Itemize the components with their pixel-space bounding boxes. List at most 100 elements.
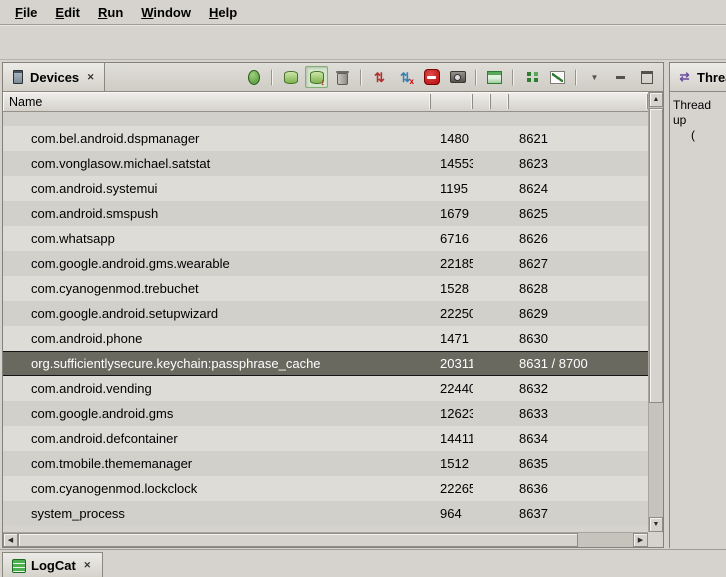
scroll-right-button[interactable]: ▶ — [633, 533, 648, 547]
pixel-perfect-icon[interactable] — [546, 66, 569, 88]
process-port: 8623 — [509, 156, 648, 171]
menu-item-edit[interactable]: Edit — [46, 2, 89, 23]
vertical-scroll-track[interactable] — [649, 107, 663, 517]
menubar: File Edit Run Window Help — [0, 0, 726, 25]
vertical-scroll-thumb[interactable] — [649, 108, 663, 403]
column-header-port[interactable] — [509, 92, 648, 111]
horizontal-scroll-track[interactable] — [18, 533, 633, 547]
logcat-icon — [11, 558, 26, 573]
process-pid: 1528 — [431, 281, 473, 296]
com.bel.android.dspmanager[interactable]: com.bel.android.dspmanager 1480 8621 — [3, 126, 648, 151]
process-name: com.bel.android.dspmanager — [3, 131, 431, 146]
close-icon[interactable]: ✕ — [81, 559, 94, 572]
com.tmobile.thememanager[interactable]: com.tmobile.thememanager 1512 8635 — [3, 451, 648, 476]
tab-threads[interactable]: Threads — [670, 63, 726, 91]
com.cyanogenmod.lockclock[interactable]: com.cyanogenmod.lockclock 22265 8636 — [3, 476, 648, 501]
app-window: File Edit Run Window Help Devices ✕ — [0, 0, 726, 577]
process-name: com.google.android.setupwizard — [3, 306, 431, 321]
start-method-profiling-icon[interactable] — [394, 66, 417, 88]
process-name: com.google.android.gms — [3, 406, 431, 421]
main-toolbar — [0, 25, 726, 60]
threads-message-line1: Thread up — [673, 98, 724, 128]
process-name: system_process — [3, 506, 431, 521]
dump-hprof-icon[interactable] — [305, 66, 328, 88]
scroll-left-button[interactable]: ◀ — [3, 533, 18, 547]
com.whatsapp[interactable]: com.whatsapp 6716 8626 — [3, 226, 648, 251]
process-pid: 14553 — [431, 156, 473, 171]
scroll-down-button[interactable]: ▼ — [649, 517, 663, 532]
process-port: 8635 — [509, 456, 648, 471]
process-table: Name com.bel.android.dspmanager 14 — [3, 92, 648, 547]
column-header-name[interactable]: Name — [3, 92, 431, 111]
tab-logcat[interactable]: LogCat ✕ — [2, 552, 103, 577]
scroll-up-button[interactable]: ▲ — [649, 92, 663, 107]
process-port: 8633 — [509, 406, 648, 421]
menu-item-file[interactable]: File — [6, 2, 46, 23]
horizontal-scroll-thumb[interactable] — [18, 533, 578, 547]
screen-capture-icon[interactable] — [446, 66, 469, 88]
system_process[interactable]: system_process 964 8637 — [3, 501, 648, 526]
hierarchy-view-icon[interactable] — [483, 66, 506, 88]
com.google.android.gms.wearable[interactable]: com.google.android.gms.wearable 22185 86… — [3, 251, 648, 276]
table-body: com.bel.android.dspmanager 1480 8621 com… — [3, 112, 648, 532]
com.android.systemui[interactable]: com.android.systemui 1195 8624 — [3, 176, 648, 201]
process-pid: 22265 — [431, 481, 473, 496]
tree-view-icon[interactable] — [520, 66, 543, 88]
devices-content: Name com.bel.android.dspmanager 14 — [3, 92, 663, 547]
org.sufficientlysecure.keychain:passphrase_cache[interactable]: org.sufficientlysecure.keychain:passphra… — [3, 351, 648, 376]
column-header-name-label: Name — [9, 95, 42, 109]
table-row-partial — [3, 112, 648, 126]
process-pid: 1480 — [431, 131, 473, 146]
update-heap-icon[interactable] — [279, 66, 302, 88]
process-port: 8627 — [509, 256, 648, 271]
com.android.defcontainer[interactable]: com.android.defcontainer 14411 8634 — [3, 426, 648, 451]
menu-item-help[interactable]: Help — [200, 2, 246, 23]
debug-process-icon[interactable] — [242, 66, 265, 88]
com.google.android.setupwizard[interactable]: com.google.android.setupwizard 22250 862… — [3, 301, 648, 326]
process-name: com.android.smspush — [3, 206, 431, 221]
menu-item-run[interactable]: Run — [89, 2, 132, 23]
com.android.smspush[interactable]: com.android.smspush 1679 8625 — [3, 201, 648, 226]
maximize-icon[interactable] — [635, 66, 658, 88]
separator — [475, 69, 477, 86]
threads-panel: Threads Thread up ( — [669, 62, 726, 548]
com.google.android.gms[interactable]: com.google.android.gms 12623 8633 — [3, 401, 648, 426]
process-port: 8625 — [509, 206, 648, 221]
cause-gc-icon[interactable] — [331, 66, 354, 88]
process-port: 8632 — [509, 381, 648, 396]
com.android.phone[interactable]: com.android.phone 1471 8630 — [3, 326, 648, 351]
process-name: com.cyanogenmod.trebuchet — [3, 281, 431, 296]
process-port: 8629 — [509, 306, 648, 321]
threads-tabbar: Threads — [670, 63, 726, 92]
process-pid: 22440 — [431, 381, 473, 396]
process-port: 8634 — [509, 431, 648, 446]
table-header: Name — [3, 92, 648, 112]
process-name: com.whatsapp — [3, 231, 431, 246]
process-port: 8621 — [509, 131, 648, 146]
devices-panel: Devices ✕ — [2, 62, 664, 548]
com.android.vending[interactable]: com.android.vending 22440 8632 — [3, 376, 648, 401]
menu-item-window[interactable]: Window — [132, 2, 200, 23]
device-icon — [10, 70, 25, 85]
vertical-scroll-column: ▲ ▼ — [648, 92, 663, 547]
update-threads-icon[interactable] — [368, 66, 391, 88]
minimize-icon[interactable] — [609, 66, 632, 88]
process-pid: 22250 — [431, 306, 473, 321]
column-header-pid[interactable] — [431, 92, 473, 111]
process-pid: 1195 — [431, 181, 473, 196]
devices-toolbar — [242, 66, 663, 88]
column-header-3[interactable] — [491, 92, 509, 111]
process-name: com.tmobile.thememanager — [3, 456, 431, 471]
com.vonglasow.michael.satstat[interactable]: com.vonglasow.michael.satstat 14553 8623 — [3, 151, 648, 176]
vertical-scrollbar[interactable]: ▲ ▼ — [648, 92, 663, 532]
process-pid: 20311 — [431, 356, 473, 371]
stop-process-icon[interactable] — [420, 66, 443, 88]
process-name: com.android.defcontainer — [3, 431, 431, 446]
close-icon[interactable]: ✕ — [84, 71, 97, 84]
com.cyanogenmod.trebuchet[interactable]: com.cyanogenmod.trebuchet 1528 8628 — [3, 276, 648, 301]
view-menu-icon[interactable] — [583, 66, 606, 88]
column-header-2[interactable] — [473, 92, 491, 111]
horizontal-scrollbar[interactable]: ◀ ▶ — [3, 532, 648, 547]
tab-devices[interactable]: Devices ✕ — [3, 63, 105, 91]
process-pid: 964 — [431, 506, 473, 521]
